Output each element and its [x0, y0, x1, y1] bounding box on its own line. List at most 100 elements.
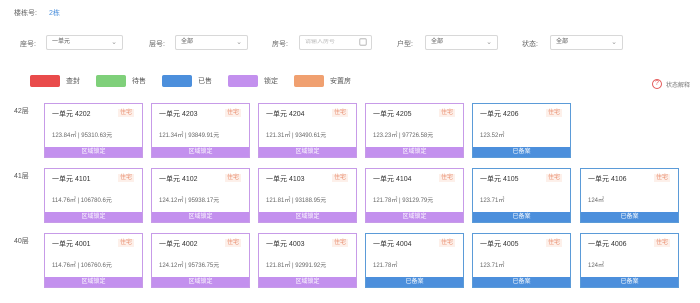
- unit-card[interactable]: 一单元 4005 住宅 123.71㎡ 已备案: [472, 233, 571, 288]
- unit-area-price: 123.52㎡: [480, 133, 505, 139]
- unit-status-bar: 已备案: [581, 212, 678, 222]
- unit-area-price: 121.81㎡ | 93188.95元: [266, 198, 327, 204]
- legend-label: 已售: [198, 78, 212, 85]
- unit-status-bar: 区域锁定: [259, 147, 356, 157]
- unit-status-bar: 已备案: [473, 147, 570, 157]
- unit-card[interactable]: 一单元 4205 住宅 123.23㎡ | 97726.58元区域锁定: [365, 103, 464, 158]
- building-label: 楼栋号:: [14, 10, 37, 17]
- unit-type-tag: 住宅: [224, 174, 241, 182]
- status-select[interactable]: 全部 ⌄: [550, 35, 623, 50]
- unit-type-tag: 住宅: [331, 174, 348, 182]
- status-help-label: 状态解释: [665, 82, 690, 89]
- unit-card[interactable]: 一单元 4006 住宅 124㎡已备案: [580, 233, 679, 288]
- room-label: 房号:: [272, 41, 288, 48]
- unit-type-tag: 住宅: [545, 239, 562, 247]
- unit-card[interactable]: 一单元 4204 住宅 121.31㎡ | 93490.61元区域锁定: [258, 103, 357, 158]
- unit-type-tag: 住宅: [438, 109, 455, 117]
- unit-card[interactable]: 一单元 4003 住宅 121.81㎡ | 92991.92元 区域锁定: [258, 233, 357, 288]
- unit-card[interactable]: 一单元 4105 住宅 123.71㎡ 已备案: [472, 168, 571, 223]
- unit-name: 一单元 4006: [588, 241, 627, 248]
- entrance-label: 座号:: [20, 41, 36, 48]
- unit-card[interactable]: 一单元 4106 住宅 124㎡ 已备案: [580, 168, 679, 223]
- unit-card[interactable]: 一单元 4102 住宅 124.12㎡ | 95938.17元 区域锁定: [151, 168, 250, 223]
- unit-name: 一单元 4202: [52, 111, 91, 118]
- unit-area-price: 124㎡: [588, 263, 605, 269]
- search-icon[interactable]: [359, 38, 367, 46]
- unit-type-tag: 住宅: [653, 239, 670, 247]
- chevron-down-icon: ⌄: [111, 39, 117, 46]
- room-search-input[interactable]: [305, 39, 355, 45]
- unit-status-bar: 已备案: [581, 277, 678, 287]
- unit-status-bar: 区域锁定: [45, 212, 142, 222]
- unit-status-bar: 已备案: [366, 277, 463, 287]
- unit-type-tag: 住宅: [224, 109, 241, 117]
- unit-status-bar: 区域锁定: [259, 212, 356, 222]
- unit-status-bar: 区域锁定: [366, 147, 463, 157]
- floor-label: 40层: [14, 238, 29, 245]
- status-help-link[interactable]: ? 状态解释: [651, 79, 690, 89]
- legend-swatch: [30, 75, 60, 87]
- unit-area-price: 124.12㎡ | 95938.17元: [159, 198, 220, 204]
- unit-area-price: 123.23㎡ | 97726.58元: [373, 133, 434, 139]
- entrance-select[interactable]: 一单元 ⌄: [46, 35, 123, 50]
- floor-select[interactable]: 全部 ⌄: [175, 35, 248, 50]
- legend-item-locked: 锁定: [228, 75, 278, 87]
- unit-name: 一单元 4004: [373, 241, 412, 248]
- unit-name: 一单元 4003: [266, 241, 305, 248]
- unit-name: 一单元 4205: [373, 111, 412, 118]
- floor-select-value: 全部: [181, 39, 194, 45]
- unit-name: 一单元 4203: [159, 111, 198, 118]
- unit-name: 一单元 4005: [480, 241, 519, 248]
- unit-card[interactable]: 一单元 4206 住宅 123.52㎡ 已备案: [472, 103, 571, 158]
- unit-status-bar: 区域锁定: [259, 277, 356, 287]
- unit-card[interactable]: 一单元 4002 住宅 124.12㎡ | 95736.75元区域锁定: [151, 233, 250, 288]
- unit-status-bar: 区域锁定: [366, 212, 463, 222]
- legend-item-for-sale: 待售: [96, 75, 146, 87]
- legend-label: 安置房: [330, 78, 351, 85]
- unit-area-price: 121.78㎡: [373, 263, 398, 269]
- unit-card[interactable]: 一单元 4202 住宅 123.84㎡ | 95310.63元 区域锁定: [44, 103, 143, 158]
- unit-name: 一单元 4204: [266, 111, 305, 118]
- unit-status-bar: 区域锁定: [152, 147, 249, 157]
- room-search-field[interactable]: [299, 35, 372, 50]
- unit-type-tag: 住宅: [331, 109, 348, 117]
- building-row: 楼栋号: 2栋: [14, 8, 60, 18]
- unit-status-bar: 区域锁定: [152, 277, 249, 287]
- unit-area-price: 121.78㎡ | 93129.79元: [373, 198, 434, 204]
- unit-type-tag: 住宅: [117, 174, 134, 182]
- status-label: 状态:: [522, 41, 538, 48]
- legend-item-sealed: 查封: [30, 75, 80, 87]
- unit-card[interactable]: 一单元 4004 住宅 121.78㎡已备案: [365, 233, 464, 288]
- legend-label: 锁定: [264, 78, 278, 85]
- legend-item-sold: 已售: [162, 75, 212, 87]
- legend-swatch: [162, 75, 192, 87]
- unit-type-tag: 住宅: [438, 239, 455, 247]
- unit-status-bar: 区域锁定: [45, 147, 142, 157]
- unit-card[interactable]: 一单元 4203 住宅 121.34㎡ | 93849.91元 区域锁定: [151, 103, 250, 158]
- floor-label: 42层: [14, 108, 29, 115]
- unit-status-bar: 已备案: [473, 212, 570, 222]
- layout-label: 户型:: [397, 41, 413, 48]
- unit-area-price: 114.76㎡ | 106780.6元: [52, 198, 112, 204]
- chevron-down-icon: ⌄: [611, 39, 617, 46]
- unit-card[interactable]: 一单元 4101 住宅 114.76㎡ | 106780.6元 区域锁定: [44, 168, 143, 223]
- unit-area-price: 121.31㎡ | 93490.61元: [266, 133, 327, 139]
- unit-area-price: 124.12㎡ | 95736.75元: [159, 263, 220, 269]
- unit-card[interactable]: 一单元 4001 住宅 114.76㎡ | 106760.6元 区域锁定: [44, 233, 143, 288]
- unit-type-tag: 住宅: [224, 239, 241, 247]
- layout-select[interactable]: 全部 ⌄: [425, 35, 498, 50]
- unit-status-bar: 已备案: [473, 277, 570, 287]
- unit-name: 一单元 4102: [159, 176, 198, 183]
- unit-card[interactable]: 一单元 4103 住宅 121.81㎡ | 93188.95元区域锁定: [258, 168, 357, 223]
- status-select-value: 全部: [556, 39, 569, 45]
- legend-swatch: [294, 75, 324, 87]
- chevron-down-icon: ⌄: [236, 39, 242, 46]
- unit-name: 一单元 4002: [159, 241, 198, 248]
- chevron-down-icon: ⌄: [486, 39, 492, 46]
- unit-card[interactable]: 一单元 4104 住宅 121.78㎡ | 93129.79元 区域锁定: [365, 168, 464, 223]
- building-value-link[interactable]: 2栋: [49, 8, 60, 18]
- floor-label: 41层: [14, 173, 29, 180]
- unit-type-tag: 住宅: [545, 109, 562, 117]
- legend-swatch: [228, 75, 258, 87]
- unit-name: 一单元 4103: [266, 176, 305, 183]
